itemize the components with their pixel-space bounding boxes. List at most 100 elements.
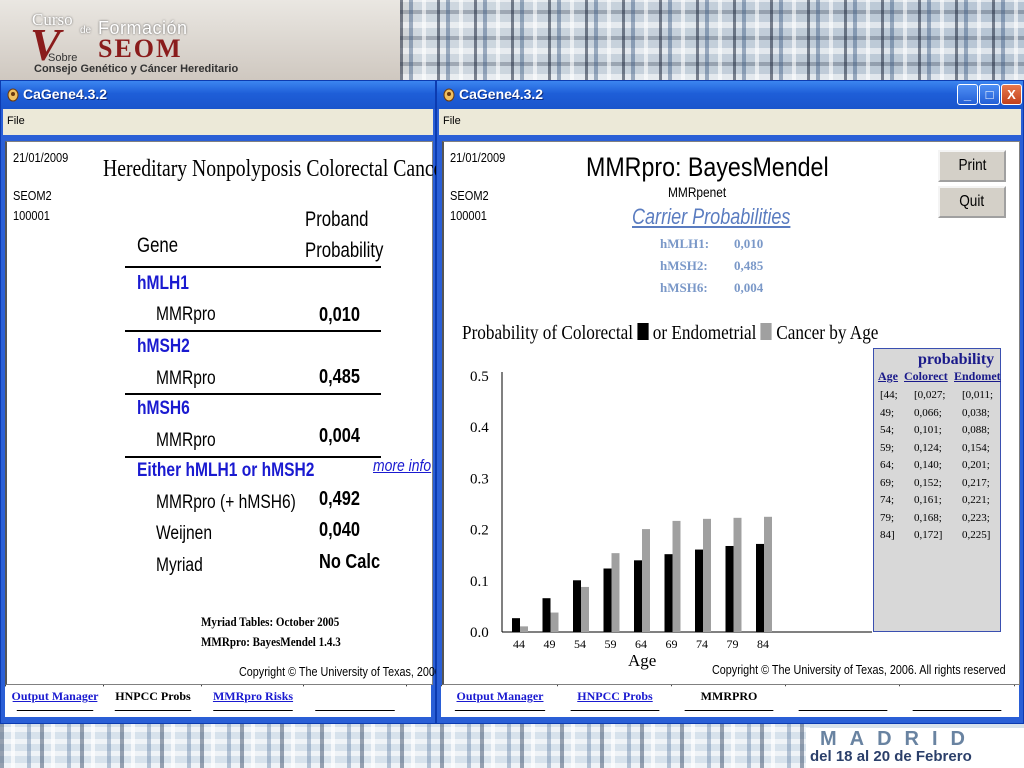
table-cell-endomet: 0,154; — [962, 441, 990, 454]
quit-label: Quit — [959, 193, 985, 210]
bar-endometrial — [733, 517, 742, 632]
tab-strip: Output Manager HNPCC Probs MMRPRO — [441, 685, 1019, 717]
column-age: Age — [878, 369, 898, 383]
prob-value: 0,492 — [319, 488, 361, 510]
divider — [125, 456, 381, 458]
table-cell-endomet: 0,223; — [962, 511, 990, 524]
cagene-window-left: CaGene4.3.2 File 21/01/2009 SEOM2 100001… — [0, 80, 458, 724]
y-tick-label: 0.1 — [470, 574, 489, 590]
table-cell-age: 79; — [880, 511, 895, 524]
cagene-window-right: CaGene4.3.2 _ □ X File 21/01/2009 SEOM2 … — [436, 80, 1024, 724]
table-cell-age: [44; — [880, 389, 898, 401]
tab-hnpcc-probs[interactable]: HNPCC Probs — [557, 685, 673, 711]
copyright: Copyright © The University of Texas, 200… — [239, 664, 459, 679]
quit-button[interactable]: Quit — [938, 186, 1006, 218]
model-name: MMRpro — [156, 430, 216, 451]
table-cell-endomet: 0,217; — [962, 476, 990, 489]
report-date: 21/01/2009 — [450, 150, 506, 165]
table-cell-endomet: 0,221; — [962, 494, 990, 506]
table-cell-colorect: 0,172] — [914, 529, 943, 541]
close-button[interactable]: X — [1001, 84, 1022, 105]
carrier-value: 0,010 — [734, 236, 764, 251]
table-cell-colorect: 0,101; — [914, 424, 942, 436]
column-proband: Proband — [305, 208, 369, 231]
x-tick-label: 69 — [666, 637, 678, 651]
hnpcc-probs-panel: 21/01/2009 SEOM2 100001 Hereditary Nonpo… — [5, 141, 458, 685]
tab-mmrpro-risks[interactable]: MMRpro Risks — [201, 685, 305, 711]
x-tick-label: 44 — [513, 637, 525, 651]
carrier-gene: hMLH1: — [660, 236, 710, 251]
y-tick-label: 0.4 — [470, 420, 489, 436]
family-name: SEOM2 — [450, 188, 489, 203]
x-tick-label: 49 — [544, 637, 556, 651]
tab-hnpcc-probs[interactable]: HNPCC Probs — [103, 685, 203, 711]
caption-part-1: Probability of Colorectal — [462, 322, 634, 344]
table-cell-colorect: 0,161; — [914, 494, 942, 506]
column-colorect: Colorect — [904, 369, 948, 383]
page-subtitle: MMRpenet — [668, 184, 727, 200]
bar-colorectal — [603, 568, 612, 632]
tab-blank[interactable] — [785, 685, 901, 711]
menu-file[interactable]: File — [443, 115, 461, 127]
y-tick-label: 0.0 — [470, 625, 489, 641]
tab-blank[interactable] — [303, 685, 407, 711]
maximize-button[interactable]: □ — [979, 84, 1000, 105]
column-gene: Gene — [137, 234, 179, 257]
divider — [125, 266, 381, 268]
tab-output-manager[interactable]: Output Manager — [441, 685, 559, 711]
legend-swatch-endometrial — [760, 323, 772, 340]
title-bar[interactable]: CaGene4.3.2 _ □ X — [437, 81, 1023, 109]
table-cell-age: 84] — [880, 529, 895, 541]
mmrpro-version-note: MMRpro: BayesMendel 1.4.3 — [201, 634, 341, 649]
y-tick-label: 0.2 — [470, 523, 489, 539]
model-name: MMRpro — [156, 304, 216, 325]
x-tick-label: 84 — [757, 637, 769, 651]
caption-part-3: Cancer by Age — [776, 322, 879, 344]
tab-blank[interactable] — [899, 685, 1015, 711]
app-icon — [7, 88, 19, 102]
page-title: MMRpro: BayesMendel — [586, 152, 829, 182]
print-label: Print — [958, 157, 986, 174]
model-name: MMRpro (+ hMSH6) — [156, 492, 296, 513]
x-tick-label: 54 — [574, 637, 586, 651]
table-cell-colorect: 0,124; — [914, 441, 942, 454]
bar-colorectal — [634, 560, 642, 632]
y-tick-label: 0.5 — [470, 369, 489, 385]
title-bar[interactable]: CaGene4.3.2 — [1, 81, 435, 109]
slide-header: V Curso de Formación SEOM Sobre Consejo … — [0, 0, 1024, 80]
logo-consejo: Consejo Genético y Cáncer Hereditario — [34, 63, 239, 75]
seom-logo: V Curso de Formación SEOM Sobre Consejo … — [0, 0, 400, 80]
carrier-value: 0,004 — [734, 280, 764, 295]
logo-seom: SEOM — [98, 34, 183, 63]
window-title: CaGene4.3.2 — [23, 86, 108, 102]
bar-colorectal — [512, 618, 520, 632]
tab-output-manager[interactable]: Output Manager — [5, 685, 105, 711]
divider — [125, 330, 381, 332]
model-name: Myriad — [156, 555, 203, 576]
prob-value: 0,010 — [319, 304, 361, 326]
family-id: 100001 — [450, 208, 487, 223]
bar-colorectal — [756, 543, 764, 632]
tab-mmrpro[interactable]: MMRPRO — [671, 685, 787, 711]
print-button[interactable]: Print — [938, 150, 1006, 182]
bar-colorectal — [573, 580, 581, 632]
window-title: CaGene4.3.2 — [459, 86, 544, 102]
menu-file[interactable]: File — [7, 115, 25, 127]
bar-endometrial — [611, 553, 620, 632]
copyright: Copyright © The University of Texas, 200… — [712, 662, 1006, 677]
logo-curso: Curso — [32, 10, 73, 29]
menu-bar: File — [3, 109, 433, 135]
column-probability: Probability — [305, 239, 384, 262]
minimize-button[interactable]: _ — [957, 84, 978, 105]
more-info-link[interactable]: more info — [373, 456, 431, 476]
model-name: Weijnen — [156, 523, 213, 544]
x-tick-label: 64 — [635, 637, 647, 651]
page-title: Hereditary Nonpolyposis Colorectal Cance… — [103, 156, 449, 182]
gene-hmsh2: hMSH2 — [137, 336, 190, 357]
table-cell-endomet: [0,011; — [962, 389, 994, 401]
gene-hmlh1: hMLH1 — [137, 273, 189, 294]
table-cell-colorect: 0,140; — [914, 459, 942, 471]
carrier-probabilities-link[interactable]: Carrier Probabilities — [632, 204, 790, 230]
prob-value: 0,485 — [319, 366, 361, 388]
table-cell-endomet: 0,088; — [962, 424, 990, 436]
